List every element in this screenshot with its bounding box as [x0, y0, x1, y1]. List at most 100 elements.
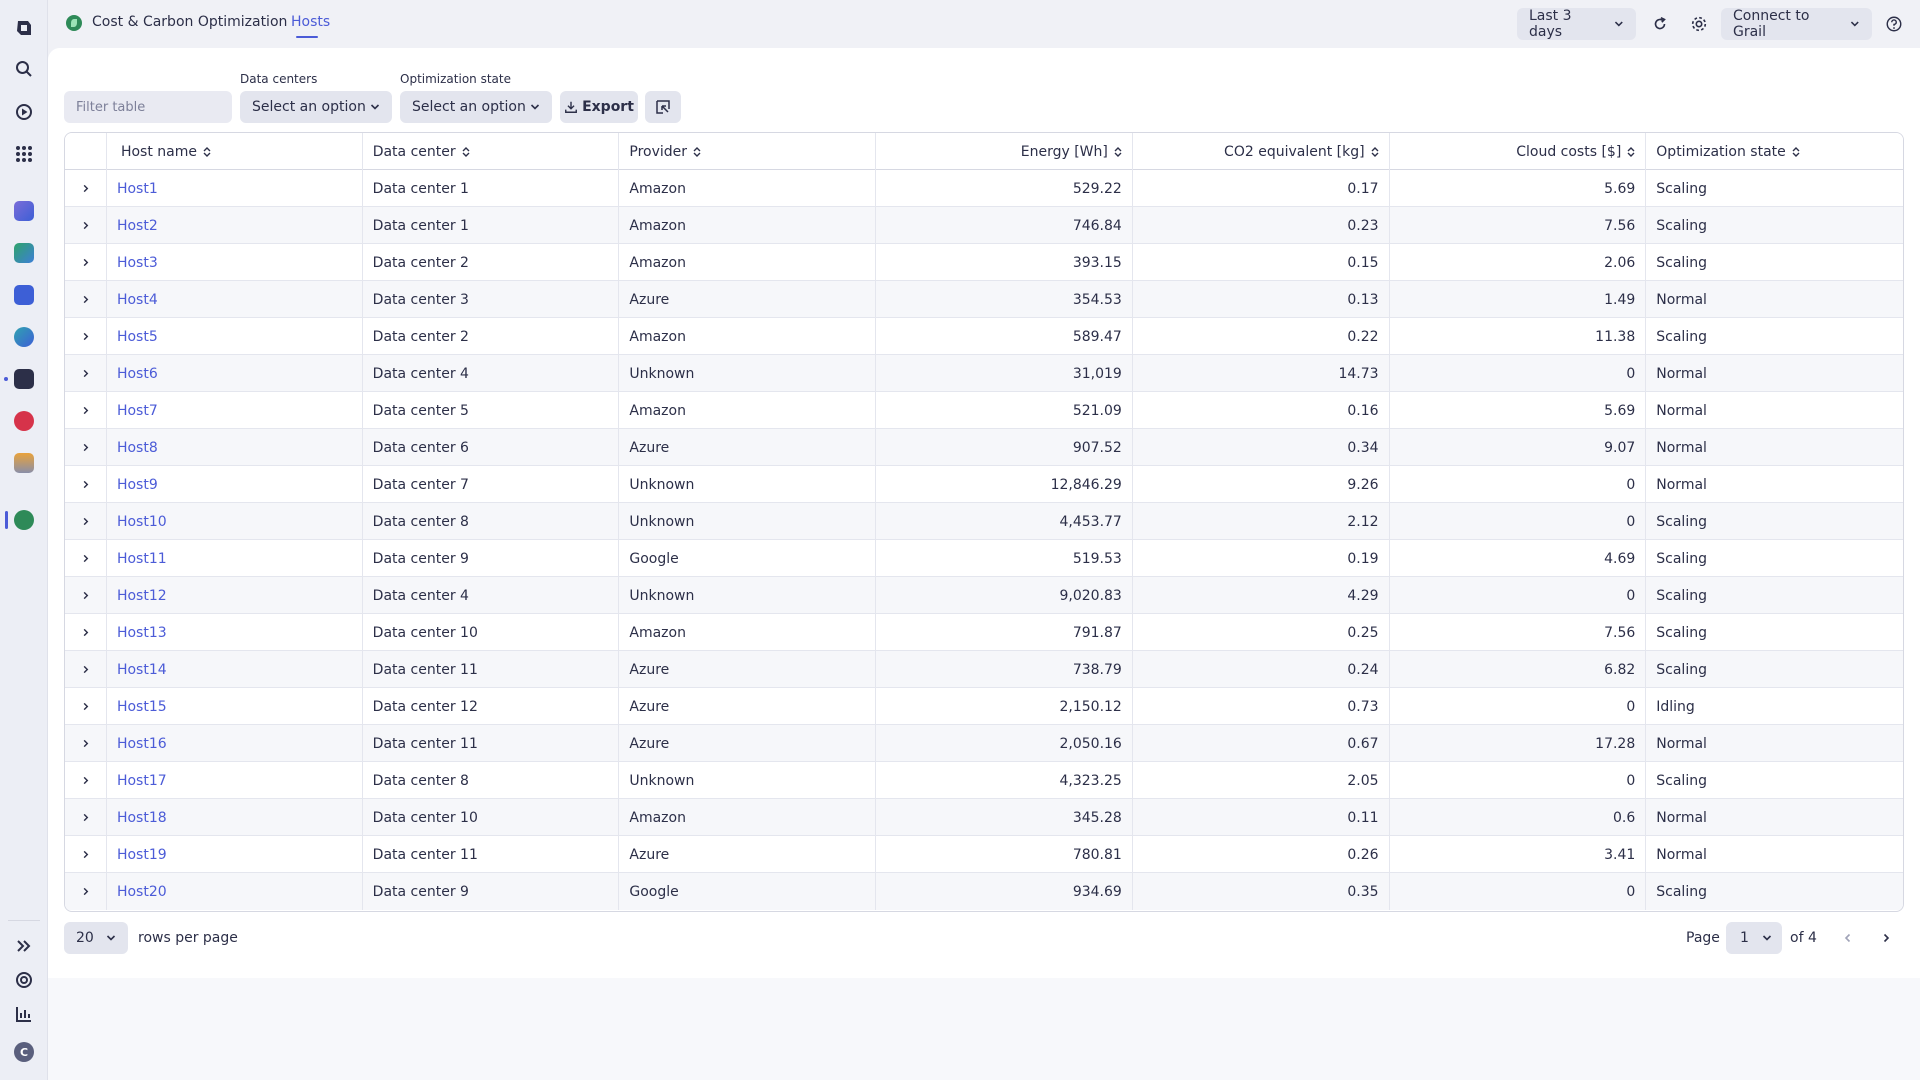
- help-icon[interactable]: [1882, 12, 1906, 36]
- support-icon[interactable]: [12, 968, 36, 992]
- table-row[interactable]: Host12 Data center 4 Unknown 9,020.83 4.29 0 S…: [65, 577, 1903, 614]
- optstate-select[interactable]: Select an option: [400, 91, 552, 123]
- next-page-button[interactable]: [1877, 929, 1895, 947]
- expand-rail-icon[interactable]: [12, 934, 36, 958]
- expand-row-button[interactable]: [65, 836, 107, 873]
- table-row[interactable]: Host13 Data center 10 Amazon 791.87 0.25 7.56…: [65, 614, 1903, 651]
- host-link[interactable]: Host20: [107, 873, 363, 910]
- column-header-host-name[interactable]: Host name: [107, 133, 363, 170]
- table-row[interactable]: Host2 Data center 1 Amazon 746.84 0.23 7.56 Sc…: [65, 207, 1903, 244]
- sort-icon[interactable]: [1627, 146, 1635, 158]
- table-row[interactable]: Host4 Data center 3 Azure 354.53 0.13 1.49 Nor…: [65, 281, 1903, 318]
- expand-row-button[interactable]: [65, 318, 107, 355]
- app-terminal-icon[interactable]: [12, 367, 36, 391]
- host-link[interactable]: Host12: [107, 577, 363, 614]
- table-row[interactable]: Host10 Data center 8 Unknown 4,453.77 2.12 0 S…: [65, 503, 1903, 540]
- table-row[interactable]: Host20 Data center 9 Google 934.69 0.35 0 Scal…: [65, 873, 1903, 910]
- tab-hosts[interactable]: Hosts: [291, 14, 330, 30]
- apps-grid-icon[interactable]: [12, 142, 36, 166]
- search-icon[interactable]: [12, 57, 36, 81]
- host-link[interactable]: Host9: [107, 466, 363, 503]
- expand-row-button[interactable]: [65, 392, 107, 429]
- expand-row-button[interactable]: [65, 466, 107, 503]
- app-problems-icon[interactable]: [12, 409, 36, 433]
- analytics-icon[interactable]: [12, 1002, 36, 1026]
- previous-page-button[interactable]: [1839, 929, 1857, 947]
- expand-row-button[interactable]: [65, 688, 107, 725]
- expand-row-button[interactable]: [65, 799, 107, 836]
- expand-row-button[interactable]: [65, 762, 107, 799]
- expand-row-button[interactable]: [65, 577, 107, 614]
- host-link[interactable]: Host13: [107, 614, 363, 651]
- expand-row-button[interactable]: [65, 355, 107, 392]
- rows-per-page-select[interactable]: 20: [64, 922, 128, 954]
- column-header-optimization-state[interactable]: Optimization state: [1646, 133, 1903, 170]
- expand-row-button[interactable]: [65, 244, 107, 281]
- host-link[interactable]: Host3: [107, 244, 363, 281]
- expand-row-button[interactable]: [65, 207, 107, 244]
- expand-row-button[interactable]: [65, 725, 107, 762]
- expand-row-button[interactable]: [65, 503, 107, 540]
- expand-row-button[interactable]: [65, 429, 107, 466]
- host-link[interactable]: Host14: [107, 651, 363, 688]
- column-settings-button[interactable]: [645, 91, 681, 123]
- host-link[interactable]: Host11: [107, 540, 363, 577]
- host-link[interactable]: Host1: [107, 170, 363, 207]
- page-number-select[interactable]: 1: [1726, 922, 1782, 954]
- expand-row-button[interactable]: [65, 651, 107, 688]
- column-header-co2[interactable]: CO2 equivalent [kg]: [1133, 133, 1390, 170]
- refresh-icon[interactable]: [1648, 12, 1672, 36]
- host-link[interactable]: Host4: [107, 281, 363, 318]
- table-row[interactable]: Host14 Data center 11 Azure 738.79 0.24 6.82 S…: [65, 651, 1903, 688]
- host-link[interactable]: Host15: [107, 688, 363, 725]
- host-link[interactable]: Host19: [107, 836, 363, 873]
- dynatrace-logo-icon[interactable]: [12, 16, 36, 40]
- datacenters-select[interactable]: Select an option: [240, 91, 392, 123]
- timeframe-selector[interactable]: Last 3 days: [1517, 8, 1636, 40]
- app-cost-carbon-icon[interactable]: [12, 508, 36, 532]
- table-row[interactable]: Host1 Data center 1 Amazon 529.22 0.17 5.69 Sc…: [65, 170, 1903, 207]
- table-row[interactable]: Host17 Data center 8 Unknown 4,323.25 2.05 0 S…: [65, 762, 1903, 799]
- table-row[interactable]: Host3 Data center 2 Amazon 393.15 0.15 2.06 Sc…: [65, 244, 1903, 281]
- host-link[interactable]: Host8: [107, 429, 363, 466]
- user-avatar[interactable]: C: [12, 1040, 36, 1064]
- workflows-icon[interactable]: [12, 100, 36, 124]
- filter-table-input[interactable]: [64, 91, 232, 123]
- app-logs-icon[interactable]: [12, 451, 36, 475]
- column-header-cloud-costs[interactable]: Cloud costs [$]: [1390, 133, 1647, 170]
- table-row[interactable]: Host16 Data center 11 Azure 2,050.16 0.67 17.…: [65, 725, 1903, 762]
- table-row[interactable]: Host6 Data center 4 Unknown 31,019 14.73 0 Nor…: [65, 355, 1903, 392]
- host-link[interactable]: Host6: [107, 355, 363, 392]
- sort-icon[interactable]: [462, 146, 470, 158]
- expand-row-button[interactable]: [65, 170, 107, 207]
- host-link[interactable]: Host7: [107, 392, 363, 429]
- host-link[interactable]: Host18: [107, 799, 363, 836]
- table-row[interactable]: Host18 Data center 10 Amazon 345.28 0.11 0.6 N…: [65, 799, 1903, 836]
- expand-row-button[interactable]: [65, 614, 107, 651]
- table-row[interactable]: Host8 Data center 6 Azure 907.52 0.34 9.07 Nor…: [65, 429, 1903, 466]
- settings-gear-icon[interactable]: [1687, 12, 1711, 36]
- export-button[interactable]: Export: [560, 91, 638, 123]
- sort-icon[interactable]: [1792, 146, 1800, 158]
- expand-row-button[interactable]: [65, 540, 107, 577]
- host-link[interactable]: Host5: [107, 318, 363, 355]
- expand-row-button[interactable]: [65, 281, 107, 318]
- app-notebooks-icon[interactable]: [12, 241, 36, 265]
- app-dashboards-icon[interactable]: [12, 199, 36, 223]
- expand-row-button[interactable]: [65, 873, 107, 910]
- column-header-energy[interactable]: Energy [Wh]: [876, 133, 1133, 170]
- host-link[interactable]: Host2: [107, 207, 363, 244]
- app-hub-icon[interactable]: [12, 283, 36, 307]
- table-row[interactable]: Host9 Data center 7 Unknown 12,846.29 9.26 0 N…: [65, 466, 1903, 503]
- table-row[interactable]: Host11 Data center 9 Google 519.53 0.19 4.69 S…: [65, 540, 1903, 577]
- table-row[interactable]: Host15 Data center 12 Azure 2,150.12 0.73 0 Id…: [65, 688, 1903, 725]
- table-row[interactable]: Host7 Data center 5 Amazon 521.09 0.16 5.69 No…: [65, 392, 1903, 429]
- sort-icon[interactable]: [1371, 146, 1379, 158]
- table-row[interactable]: Host19 Data center 11 Azure 780.81 0.26 3.41 N…: [65, 836, 1903, 873]
- column-header-provider[interactable]: Provider: [619, 133, 877, 170]
- table-row[interactable]: Host5 Data center 2 Amazon 589.47 0.22 11.38 S…: [65, 318, 1903, 355]
- sort-icon[interactable]: [203, 146, 211, 158]
- sort-icon[interactable]: [1114, 146, 1122, 158]
- host-link[interactable]: Host10: [107, 503, 363, 540]
- connect-to-grail-button[interactable]: Connect to Grail: [1721, 8, 1872, 40]
